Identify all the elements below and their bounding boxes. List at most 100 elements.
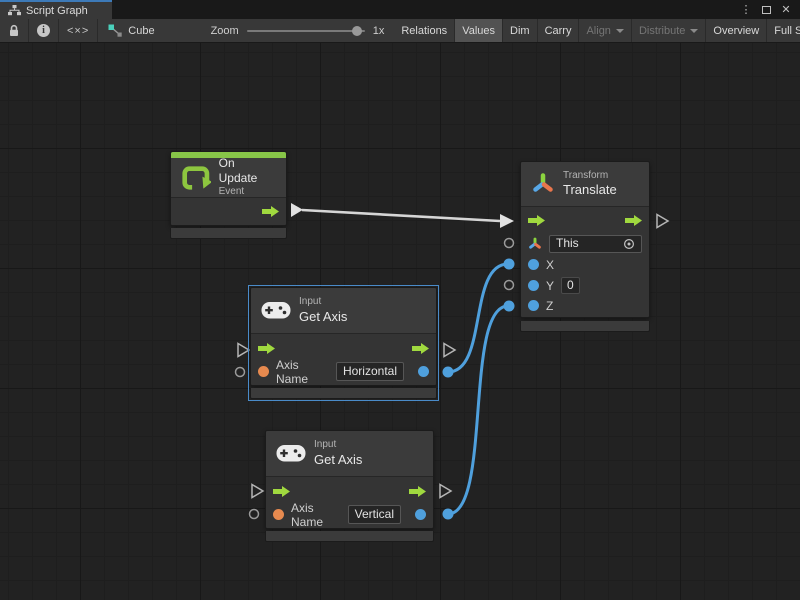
- target-object-value: This: [556, 236, 579, 251]
- control-output-arrow-icon[interactable]: [409, 486, 426, 497]
- menu-icon[interactable]: ⋮: [738, 2, 754, 18]
- lock-button[interactable]: [0, 19, 29, 42]
- toolbar-button-carry[interactable]: Carry: [538, 19, 580, 42]
- maximize-glyph: [762, 6, 771, 14]
- axis-name-label: Axis Name: [291, 501, 341, 529]
- tab-bar: Script Graph ⋮ ✕: [0, 0, 800, 19]
- x-input-port[interactable]: [528, 259, 539, 270]
- node-title: On Update: [219, 156, 276, 186]
- node-footer: [250, 388, 437, 399]
- loop-event-icon: [181, 163, 211, 193]
- chevron-down-icon: [616, 29, 624, 33]
- axis-name-field[interactable]: Vertical: [348, 505, 401, 524]
- node-on-update[interactable]: On Update Event: [170, 151, 287, 239]
- node-title: Get Axis: [299, 309, 347, 325]
- wire-endpoint[interactable]: [443, 509, 454, 520]
- translate-target-port[interactable]: [505, 239, 514, 248]
- getaxis-h-name-port[interactable]: [236, 368, 245, 377]
- getaxis-v-control-out-port[interactable]: [440, 485, 451, 498]
- close-icon[interactable]: ✕: [778, 2, 794, 18]
- node-subtitle: Input: [299, 296, 347, 309]
- node-footer: [265, 531, 434, 542]
- axis-value-output-port[interactable]: [418, 366, 429, 377]
- getaxis-v-control-in-port[interactable]: [252, 485, 263, 498]
- axis-name-input-port[interactable]: [258, 366, 269, 377]
- zoom-control: Zoom 1x: [165, 19, 395, 42]
- toolbar-button-relations[interactable]: Relations: [394, 19, 455, 42]
- node-get-axis-vertical[interactable]: Input Get Axis Axis Name Vert: [265, 430, 434, 542]
- script-graph-window: Script Graph ⋮ ✕ i <×> Cube: [0, 0, 800, 600]
- z-label: Z: [546, 299, 553, 313]
- x-label: X: [546, 258, 554, 272]
- toolbar-button-distribute[interactable]: Distribute: [632, 19, 706, 42]
- node-footer: [520, 321, 650, 332]
- graph-pointer-icon: [108, 24, 122, 37]
- node-footer: [170, 228, 287, 239]
- distribute-label: Distribute: [639, 25, 685, 37]
- target-object-field[interactable]: This: [549, 235, 642, 253]
- node-title: Get Axis: [314, 452, 362, 468]
- code-icon: <×>: [67, 25, 89, 37]
- axis-name-input-port[interactable]: [273, 509, 284, 520]
- chevron-down-icon: [690, 29, 698, 33]
- translate-control-out-port[interactable]: [657, 215, 668, 228]
- gamepad-icon: [261, 301, 291, 320]
- value-wire-horizontal-x: [448, 264, 508, 372]
- window-controls: ⋮ ✕: [738, 0, 800, 19]
- wire-endpoint[interactable]: [443, 367, 454, 378]
- toolbar-button-values[interactable]: Values: [455, 19, 503, 42]
- y-label: Y: [546, 279, 554, 293]
- inspect-button[interactable]: i: [29, 19, 59, 42]
- control-input-arrow-icon[interactable]: [258, 343, 275, 354]
- axis-name-label: Axis Name: [276, 358, 329, 386]
- graph-owner-breadcrumb[interactable]: Cube: [98, 19, 164, 42]
- translate-y-port[interactable]: [505, 281, 514, 290]
- edit-code-button[interactable]: <×>: [59, 19, 98, 42]
- tab-script-graph[interactable]: Script Graph: [0, 0, 112, 19]
- getaxis-h-control-in-port[interactable]: [238, 344, 249, 357]
- axis-value-output-port[interactable]: [415, 509, 426, 520]
- node-translate[interactable]: Transform Translate: [520, 161, 650, 332]
- transform-mini-icon: [528, 237, 542, 251]
- maximize-icon[interactable]: [758, 2, 774, 18]
- axis-name-field[interactable]: Horizontal: [336, 362, 404, 381]
- getaxis-v-name-port[interactable]: [250, 510, 259, 519]
- value-wire-vertical-z: [448, 306, 508, 514]
- toolbar-button-dim[interactable]: Dim: [503, 19, 538, 42]
- z-input-port[interactable]: [528, 300, 539, 311]
- control-output-arrow-icon[interactable]: [625, 215, 642, 226]
- node-subtitle: Event: [219, 186, 276, 199]
- graph-toolbar: i <×> Cube Zoom 1x Relations Values Dim …: [0, 19, 800, 43]
- object-picker-icon[interactable]: [623, 238, 635, 250]
- lock-icon: [8, 24, 20, 37]
- toolbar-button-align[interactable]: Align: [579, 19, 631, 42]
- translate-z-port[interactable]: [504, 301, 515, 312]
- node-title: Translate: [563, 182, 617, 198]
- translate-x-port[interactable]: [504, 259, 515, 270]
- control-output-arrow-icon[interactable]: [412, 343, 429, 354]
- transform-icon: [531, 172, 555, 196]
- control-wire: [302, 210, 500, 221]
- align-label: Align: [586, 25, 610, 37]
- zoom-slider-handle[interactable]: [352, 26, 362, 36]
- toolbar-button-fullscreen[interactable]: Full Screen: [767, 19, 800, 42]
- getaxis-h-control-out-port[interactable]: [444, 344, 455, 357]
- graph-canvas[interactable]: On Update Event: [0, 43, 800, 600]
- gamepad-icon: [276, 444, 306, 463]
- y-value-field[interactable]: 0: [561, 277, 580, 294]
- node-get-axis-horizontal[interactable]: Input Get Axis Axis Name Hori: [250, 287, 437, 399]
- zoom-value: 1x: [373, 25, 385, 37]
- y-input-port[interactable]: [528, 280, 539, 291]
- control-input-arrow-icon[interactable]: [528, 215, 545, 226]
- wire-end-arrow-icon: [500, 214, 514, 228]
- zoom-slider[interactable]: [247, 30, 365, 32]
- node-subtitle: Transform: [563, 170, 617, 183]
- info-icon: i: [37, 24, 50, 37]
- control-output-arrow-icon[interactable]: [262, 206, 279, 217]
- toolbar-button-overview[interactable]: Overview: [706, 19, 767, 42]
- wire-start-arrow-icon: [291, 203, 303, 217]
- zoom-label: Zoom: [211, 25, 239, 37]
- control-input-arrow-icon[interactable]: [273, 486, 290, 497]
- tab-title: Script Graph: [26, 5, 88, 17]
- graph-icon: [8, 5, 21, 16]
